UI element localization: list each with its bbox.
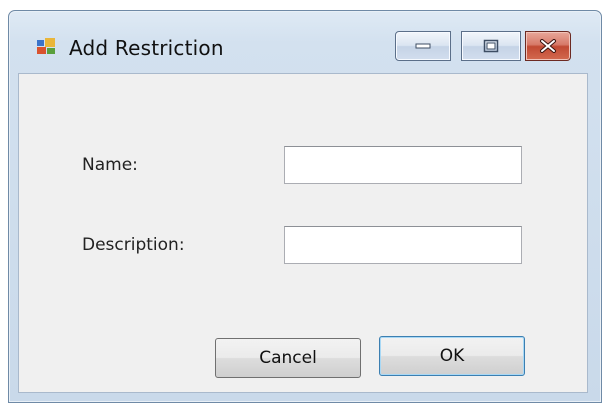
window-title: Add Restriction <box>69 36 224 60</box>
name-label: Name: <box>82 155 138 175</box>
minimize-icon <box>415 43 431 49</box>
dialog-window: Add Restriction Name: Description: Cance… <box>8 10 602 403</box>
dialog-body: Name: Description: Cancel OK <box>18 73 588 393</box>
maximize-icon <box>483 39 499 53</box>
close-icon <box>540 39 556 53</box>
close-button[interactable] <box>525 31 571 61</box>
name-field[interactable] <box>284 146 522 184</box>
application-icon <box>37 38 55 54</box>
ok-button[interactable]: OK <box>379 336 525 376</box>
maximize-button[interactable] <box>461 31 521 61</box>
cancel-button[interactable]: Cancel <box>215 338 361 378</box>
description-field[interactable] <box>284 226 522 264</box>
minimize-button[interactable] <box>395 31 451 61</box>
description-label: Description: <box>82 235 185 255</box>
title-bar[interactable]: Add Restriction <box>9 11 601 73</box>
